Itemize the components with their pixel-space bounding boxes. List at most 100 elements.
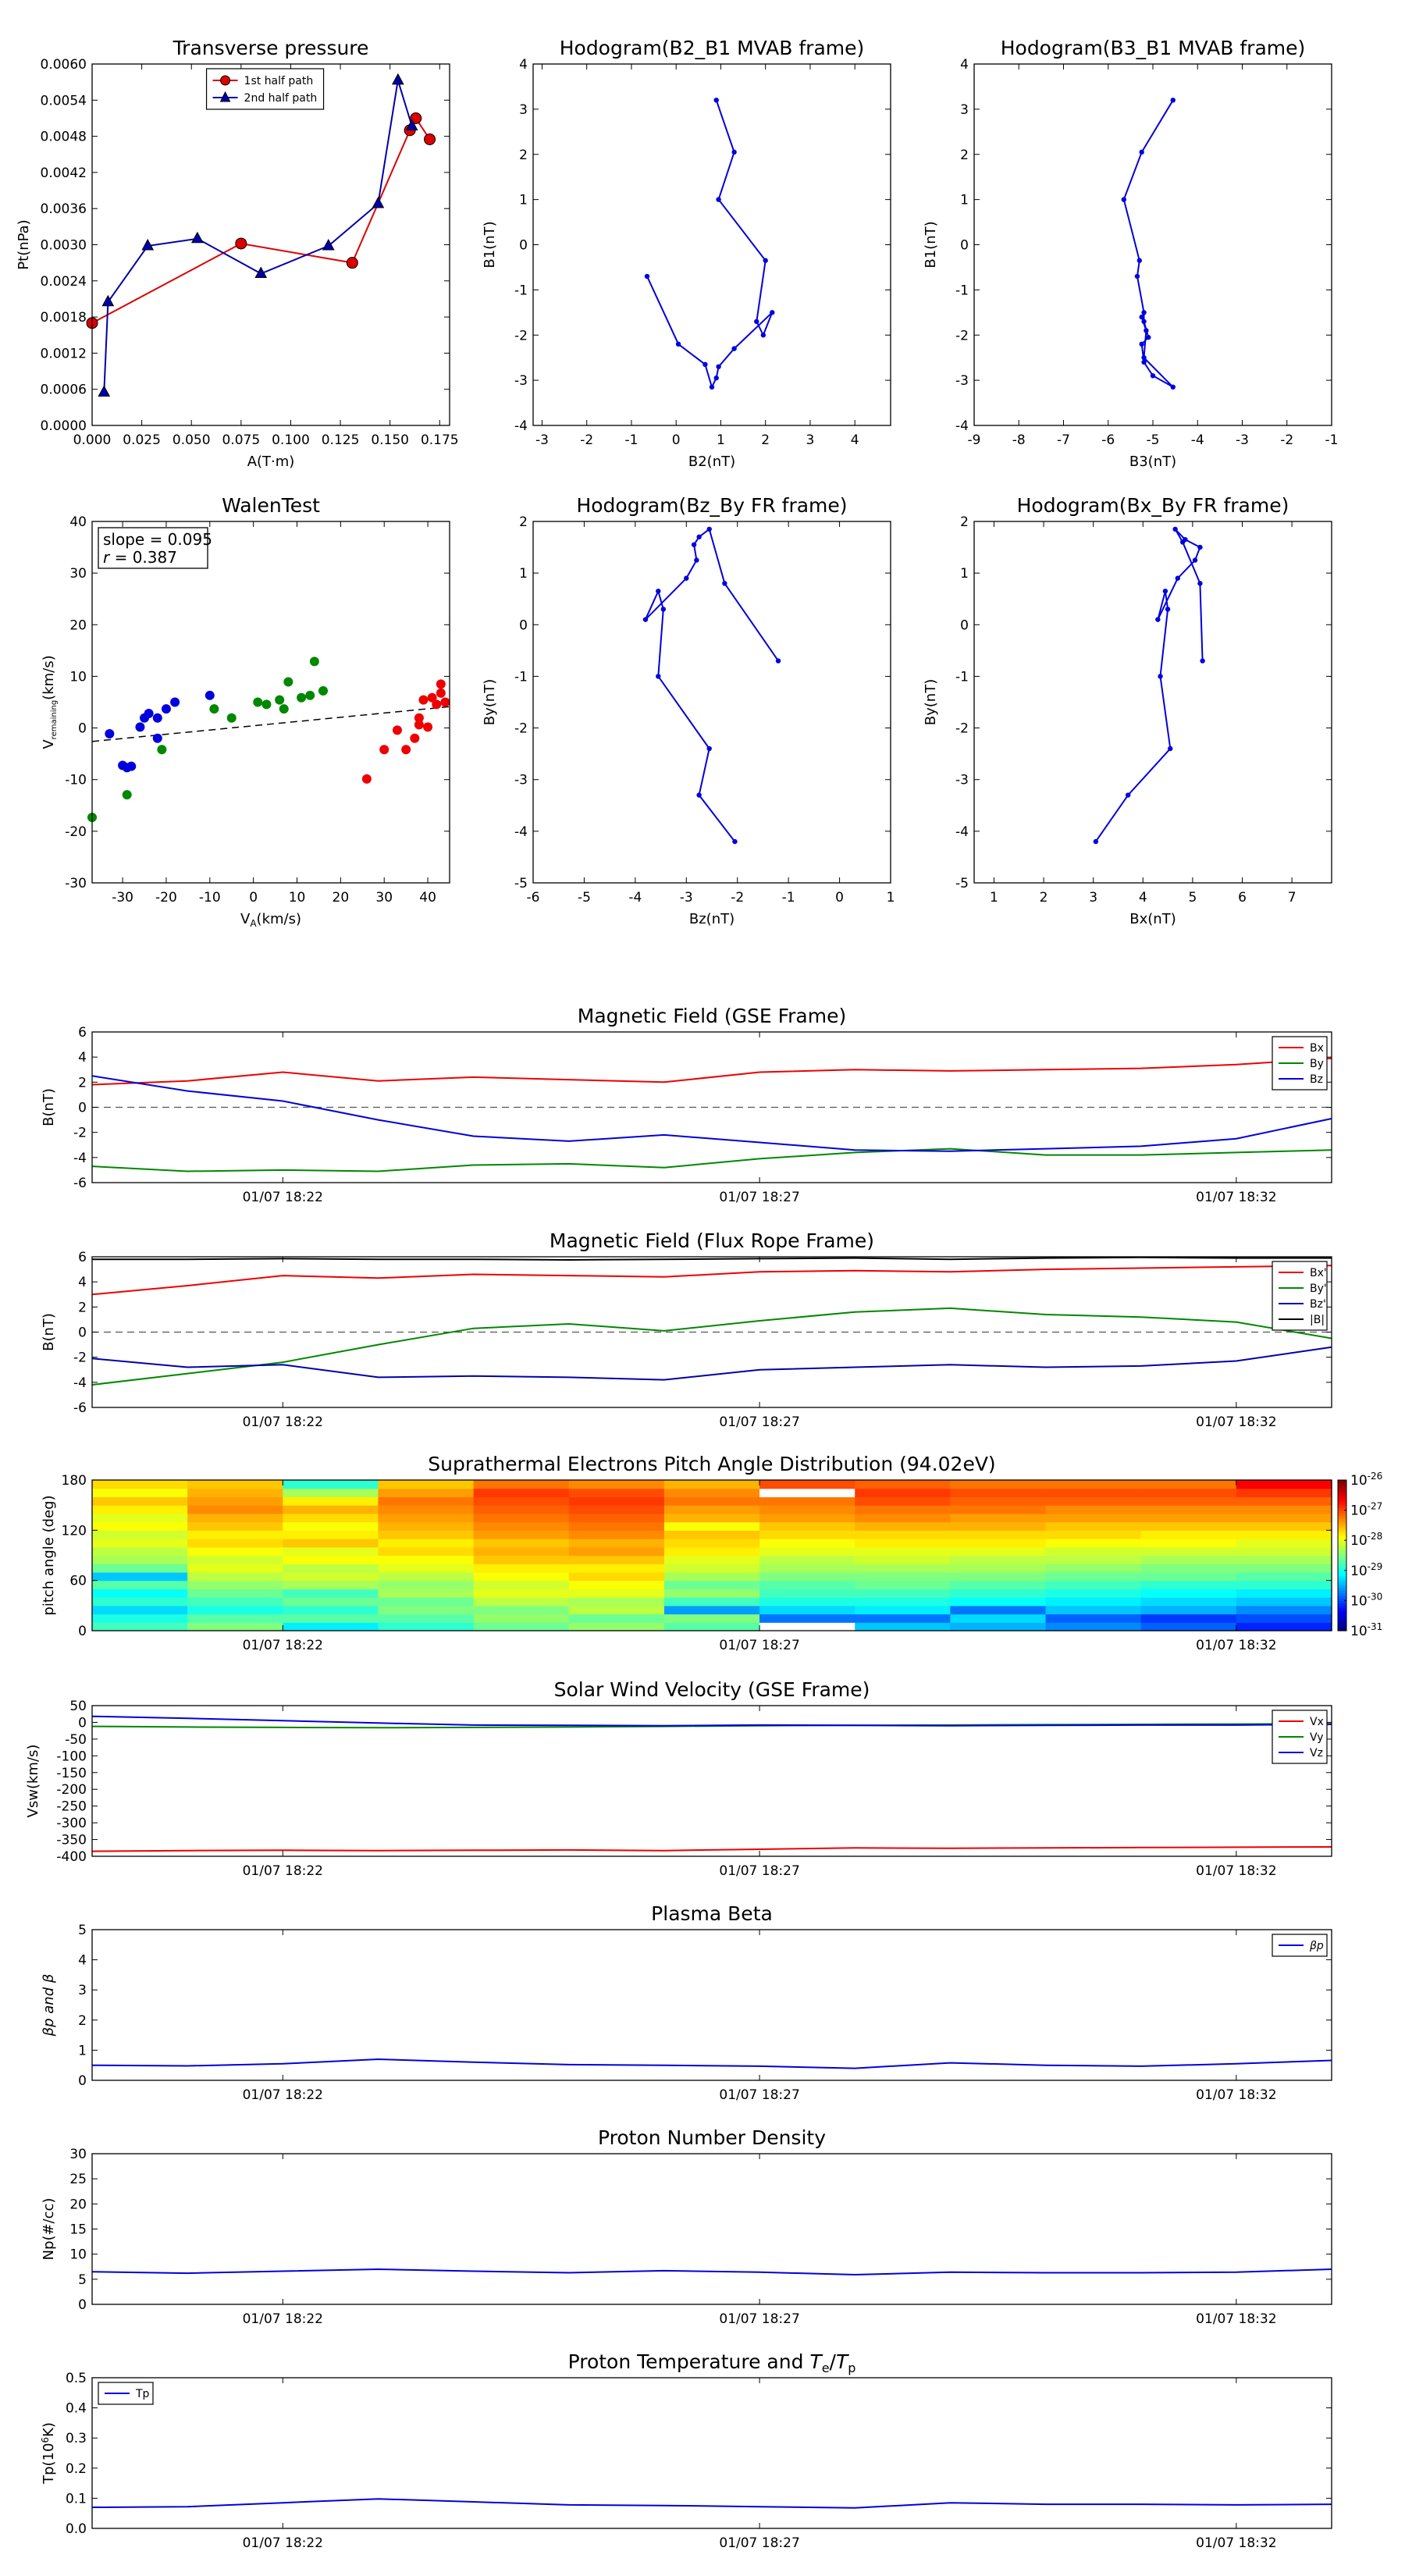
heatmap-cell — [568, 1589, 665, 1598]
y-tick-label: 0 — [78, 721, 87, 737]
series-line — [1094, 528, 1204, 842]
y-tick-label: -4 — [514, 824, 528, 840]
heatmap-cell — [378, 1480, 475, 1489]
heatmap-cell — [1140, 1505, 1237, 1514]
y-tick-label: 0.0024 — [41, 274, 87, 290]
heatmap-cell — [1140, 1622, 1237, 1631]
heatmap-cell — [1045, 1622, 1142, 1631]
plot-frame — [91, 521, 450, 884]
plot-frame — [973, 521, 1332, 884]
scatter-point — [410, 733, 420, 743]
y-tick-label: -4 — [955, 418, 969, 434]
data-point — [1150, 373, 1156, 379]
x-tick-label: 01/07 18:22 — [243, 1414, 323, 1430]
x-axis-label: B2(nT) — [688, 454, 735, 470]
data-point — [709, 384, 715, 390]
data-point — [696, 792, 702, 798]
y-tick-label: 0 — [78, 1624, 87, 1639]
scatter-point — [261, 699, 272, 710]
heatmap-cell — [1236, 1589, 1332, 1598]
heatmap-cell — [378, 1530, 475, 1539]
series-line — [91, 1846, 1332, 1852]
heatmap-cell — [1236, 1605, 1332, 1615]
chart-beta: Plasma Beta 0 1 2 3 4 5 01/07 18:22 01/07 18:27 0… — [41, 1902, 1332, 2103]
x-tick-label: 0.075 — [222, 432, 260, 448]
y-tick-label: 0.0 — [66, 2521, 87, 2537]
scatter-point — [309, 656, 319, 667]
heatmap-cell — [378, 1488, 475, 1498]
heatmap-cell — [568, 1539, 665, 1548]
data-point — [1197, 544, 1203, 550]
heatmap-cell — [378, 1505, 475, 1514]
heatmap-cell — [283, 1605, 379, 1615]
chart-bgse: Magnetic Field (GSE Frame) -6 -4 -2 0 2 4 6 01/0… — [41, 1005, 1332, 1205]
y-tick-label: 50 — [69, 1699, 87, 1714]
heatmap-cell — [1045, 1488, 1142, 1498]
heatmap-cell — [855, 1530, 951, 1539]
heatmap-cell — [187, 1480, 283, 1489]
data-point — [1121, 197, 1126, 202]
heatmap-cell — [855, 1480, 951, 1489]
x-tick-label: -1 — [1325, 432, 1339, 448]
chart-pad: Suprathermal Electrons Pitch Angle Distr… — [41, 1453, 1382, 1653]
heatmap-cell — [92, 1605, 188, 1615]
scatter-point — [401, 745, 411, 755]
colorbar-tick-label: 10-26 — [1350, 1471, 1382, 1489]
y-tick-label: 0.5 — [66, 2371, 87, 2386]
heatmap-cell — [283, 1622, 379, 1631]
heatmap-cell — [950, 1571, 1047, 1582]
x-tick-label: 01/07 18:27 — [719, 2087, 799, 2103]
heatmap-cell — [663, 1589, 760, 1598]
heatmap-cell — [759, 1564, 855, 1573]
scatter-point — [126, 761, 137, 771]
x-tick-label: -3 — [535, 432, 549, 448]
heatmap-cell — [378, 1521, 475, 1531]
heatmap-cell — [759, 1605, 855, 1615]
x-tick-label: 01/07 18:32 — [1196, 2535, 1276, 2551]
y-tick-label: 2 — [960, 148, 969, 163]
y-tick-label: 0 — [78, 1101, 87, 1116]
x-tick-label: 01/07 18:27 — [719, 1414, 799, 1430]
data-point — [235, 237, 247, 250]
heatmap-cell — [1045, 1571, 1142, 1582]
legend-label: Vx — [1310, 1716, 1324, 1728]
heatmap-cell — [663, 1605, 760, 1615]
x-tick-label: -4 — [628, 890, 642, 906]
y-axis-label: B(nT) — [41, 1088, 57, 1126]
heatmap-cell — [855, 1488, 951, 1498]
heatmap-cell — [568, 1622, 665, 1631]
heatmap-cell — [283, 1597, 379, 1606]
heatmap-cell — [187, 1539, 283, 1548]
scatter-point — [205, 690, 215, 700]
x-tick-label: 01/07 18:22 — [243, 2087, 323, 2103]
chart-np: Proton Number Density 0 5 10 15 20 25 30 01/07 1… — [41, 2126, 1332, 2327]
data-point — [754, 318, 759, 325]
y-tick-label: 4 — [78, 1050, 87, 1066]
heatmap-cell — [92, 1555, 188, 1564]
heatmap-cell — [473, 1539, 570, 1548]
x-tick-label: -5 — [578, 890, 591, 906]
data-point — [763, 258, 768, 263]
heatmap-cell — [950, 1513, 1047, 1523]
heatmap-cell — [473, 1496, 570, 1506]
chart-title: WalenTest — [222, 494, 320, 517]
heatmap-cell — [759, 1614, 855, 1623]
heatmap-cell — [1045, 1480, 1142, 1489]
x-tick-label: 0.100 — [272, 432, 310, 448]
series-line — [92, 1256, 1332, 1261]
heatmap-cell — [1140, 1513, 1237, 1523]
chart-bfr: Magnetic Field (Flux Rope Frame) -6 -4 -2 0 2… — [41, 1229, 1332, 1430]
heatmap-cell — [1236, 1539, 1332, 1548]
y-tick-label: 2 — [78, 1300, 87, 1315]
heatmap-cell — [187, 1580, 283, 1589]
y-tick-label: 0 — [78, 2297, 87, 2313]
colorbar-tick-label: 10-28 — [1350, 1531, 1382, 1549]
y-tick-label: 15 — [69, 2222, 87, 2238]
series-line — [1122, 99, 1174, 388]
y-tick-label: 0.0048 — [41, 130, 87, 145]
heatmap-cell — [1236, 1496, 1332, 1506]
heatmap-cell — [1045, 1505, 1142, 1514]
heatmap-cell — [568, 1513, 665, 1523]
heatmap-cell — [92, 1539, 188, 1548]
x-tick-label: -1 — [624, 432, 638, 448]
